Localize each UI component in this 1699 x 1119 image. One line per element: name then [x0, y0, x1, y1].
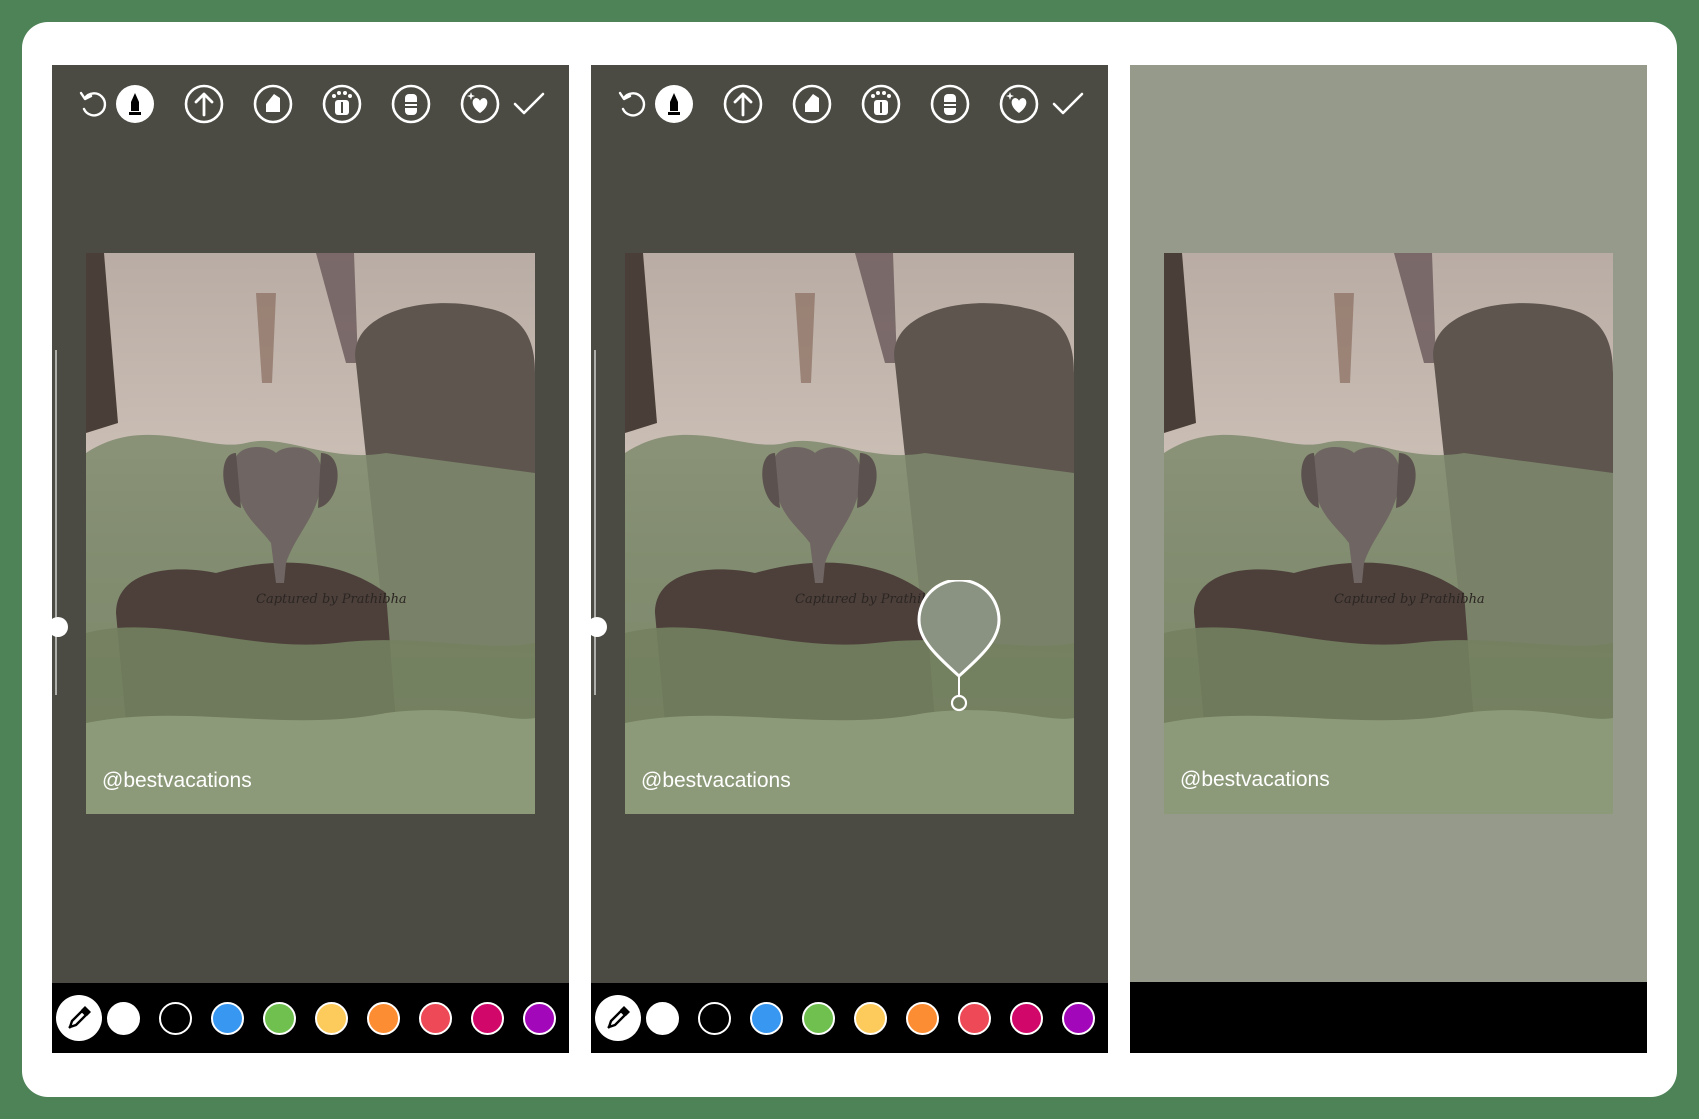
color-swatch[interactable] [906, 1002, 939, 1035]
eyedropper-button[interactable] [56, 995, 102, 1041]
pen-icon[interactable] [653, 83, 695, 125]
eyedropper-icon [68, 1006, 91, 1029]
marker-icon[interactable] [252, 83, 294, 125]
eyedropper-icon [607, 1006, 630, 1029]
photo-watermark: Captured by Prathibha [256, 592, 407, 607]
color-swatch[interactable] [107, 1002, 140, 1035]
checkmark-icon[interactable] [508, 83, 550, 125]
drawing-toolbar [591, 79, 1108, 129]
elephant-photo: Captured by Prathibha [86, 253, 535, 814]
color-swatch[interactable] [211, 1002, 244, 1035]
undo-icon[interactable] [72, 83, 114, 125]
checkmark-icon[interactable] [1047, 83, 1089, 125]
drawing-toolbar [52, 79, 569, 129]
undo-icon[interactable] [611, 83, 653, 125]
color-swatch[interactable] [523, 1002, 556, 1035]
color-swatch[interactable] [646, 1002, 679, 1035]
brush-size-knob[interactable] [591, 617, 607, 637]
photo-watermark: Captured by Prathibha [1334, 592, 1485, 607]
color-swatch[interactable] [1010, 1002, 1043, 1035]
eraser-icon[interactable] [929, 83, 971, 125]
neon-icon[interactable] [860, 83, 902, 125]
marker-icon[interactable] [791, 83, 833, 125]
story-editor-after: Captured by Prathibha @bestvacations [1130, 65, 1647, 1053]
handle-text[interactable]: @bestvacations [102, 769, 252, 793]
color-swatch[interactable] [750, 1002, 783, 1035]
story-editor-picking: Captured by Prathibha @bestvacations [591, 65, 1108, 1053]
color-swatch[interactable] [419, 1002, 452, 1035]
story-editor-before: Captured by Prathibha @bestvacations [52, 65, 569, 1053]
color-swatch[interactable] [854, 1002, 887, 1035]
color-palette [52, 983, 569, 1053]
brush-size-slider[interactable] [55, 350, 57, 695]
color-swatch[interactable] [1062, 1002, 1095, 1035]
pen-icon[interactable] [114, 83, 156, 125]
arrow-up-icon[interactable] [183, 83, 225, 125]
color-swatch[interactable] [263, 1002, 296, 1035]
color-swatch[interactable] [159, 1002, 192, 1035]
color-swatch[interactable] [802, 1002, 835, 1035]
elephant-photo: Captured by Prathibha [1164, 253, 1613, 814]
brush-size-knob[interactable] [52, 617, 68, 637]
color-swatch[interactable] [367, 1002, 400, 1035]
handle-text[interactable]: @bestvacations [1180, 768, 1330, 792]
color-picker-loupe[interactable] [917, 578, 1001, 718]
sticker-heart-icon[interactable] [998, 83, 1040, 125]
handle-text[interactable]: @bestvacations [641, 769, 791, 793]
elephant-photo: Captured by Prathibha [625, 253, 1074, 814]
arrow-up-icon[interactable] [722, 83, 764, 125]
brush-size-slider[interactable] [594, 350, 596, 695]
eyedropper-button[interactable] [595, 995, 641, 1041]
neon-icon[interactable] [321, 83, 363, 125]
eraser-icon[interactable] [390, 83, 432, 125]
color-palette [591, 983, 1108, 1053]
color-swatch[interactable] [698, 1002, 731, 1035]
color-swatch[interactable] [471, 1002, 504, 1035]
sticker-heart-icon[interactable] [459, 83, 501, 125]
bottom-bar [1130, 982, 1647, 1053]
color-swatch[interactable] [315, 1002, 348, 1035]
color-swatch[interactable] [958, 1002, 991, 1035]
